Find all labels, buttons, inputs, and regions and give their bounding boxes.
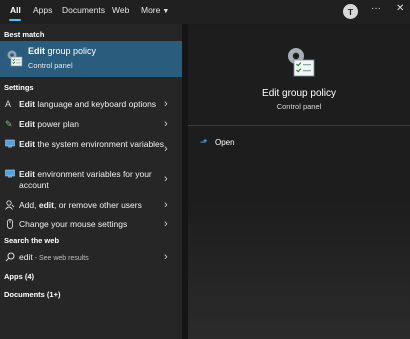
detail-pane: Edit group policy Control panel ⬏ Open	[188, 30, 410, 339]
chevron-right-icon: ›	[164, 199, 168, 211]
settings-item-label: Change your mouse settings	[19, 219, 128, 229]
mouse-icon	[7, 219, 13, 229]
language-icon: A	[5, 99, 12, 109]
best-match-title-rest: group policy	[45, 46, 97, 56]
settings-item-label: Edit power plan	[19, 119, 80, 129]
group-policy-icon	[7, 50, 23, 67]
active-tab-indicator	[9, 19, 21, 21]
chevron-right-icon: ›	[164, 218, 168, 230]
settings-item-label: Edit language and keyboard options	[19, 99, 157, 109]
chevron-right-icon: ›	[164, 143, 168, 155]
best-match-item[interactable]: Edit group policy Control panel	[0, 41, 182, 77]
chevron-right-icon: ›	[164, 98, 168, 110]
search-filter-bar: All Apps Documents Web More ▼ T ··· ✕	[0, 0, 410, 24]
settings-item-language[interactable]: A Edit language and keyboard options ›	[0, 95, 182, 115]
open-icon: ⬏	[200, 137, 208, 147]
detail-divider	[188, 125, 410, 126]
monitor-icon	[5, 169, 15, 178]
tab-more[interactable]: More ▼	[141, 5, 169, 15]
close-icon[interactable]: ✕	[396, 3, 404, 14]
tab-documents[interactable]: Documents	[62, 5, 105, 15]
user-icon	[5, 200, 15, 210]
power-plan-icon: ✎	[5, 119, 13, 129]
settings-item-label: Edit the system environment variables	[19, 139, 165, 149]
settings-item-power-plan[interactable]: ✎ Edit power plan ›	[0, 115, 182, 135]
web-search-item[interactable]: edit - See web results ›	[0, 248, 182, 268]
best-match-title: Edit group policy	[28, 46, 96, 56]
detail-title: Edit group policy	[262, 88, 336, 99]
settings-item-label: Add, edit, or remove other users	[19, 200, 142, 210]
chevron-right-icon: ›	[164, 173, 168, 185]
tab-more-label: More	[141, 5, 161, 15]
section-documents[interactable]: Documents (1+)	[4, 290, 60, 299]
settings-item-system-env[interactable]: Edit the system environment variables ›	[0, 135, 182, 165]
best-match-subtitle: Control panel	[28, 61, 73, 70]
tab-apps[interactable]: Apps	[33, 5, 52, 15]
results-panel: Best match Edit group policy Control pan…	[0, 24, 182, 339]
settings-item-users[interactable]: Add, edit, or remove other users ›	[0, 196, 182, 216]
section-best-match: Best match	[4, 30, 45, 39]
open-label: Open	[215, 138, 235, 147]
monitor-icon	[5, 139, 15, 148]
chevron-down-icon: ▼	[162, 8, 170, 15]
best-match-title-bold: Edit	[28, 46, 45, 56]
section-apps[interactable]: Apps (4)	[4, 272, 34, 281]
tab-all[interactable]: All	[10, 5, 21, 15]
group-policy-icon	[288, 48, 315, 77]
search-icon	[5, 252, 15, 262]
more-options-icon[interactable]: ···	[371, 3, 381, 14]
detail-subtitle: Control panel	[276, 102, 322, 111]
chevron-right-icon: ›	[164, 251, 168, 263]
settings-item-label: Edit environment variables for your acco…	[19, 169, 152, 190]
section-search-web: Search the web	[4, 236, 60, 245]
avatar[interactable]: T	[343, 4, 358, 19]
section-settings: Settings	[4, 83, 34, 92]
web-search-label: edit - See web results	[19, 252, 89, 262]
chevron-right-icon: ›	[164, 118, 168, 130]
settings-item-mouse[interactable]: Change your mouse settings ›	[0, 215, 182, 235]
tab-web[interactable]: Web	[112, 5, 129, 15]
settings-item-account-env[interactable]: Edit environment variables for your acco…	[0, 165, 182, 195]
